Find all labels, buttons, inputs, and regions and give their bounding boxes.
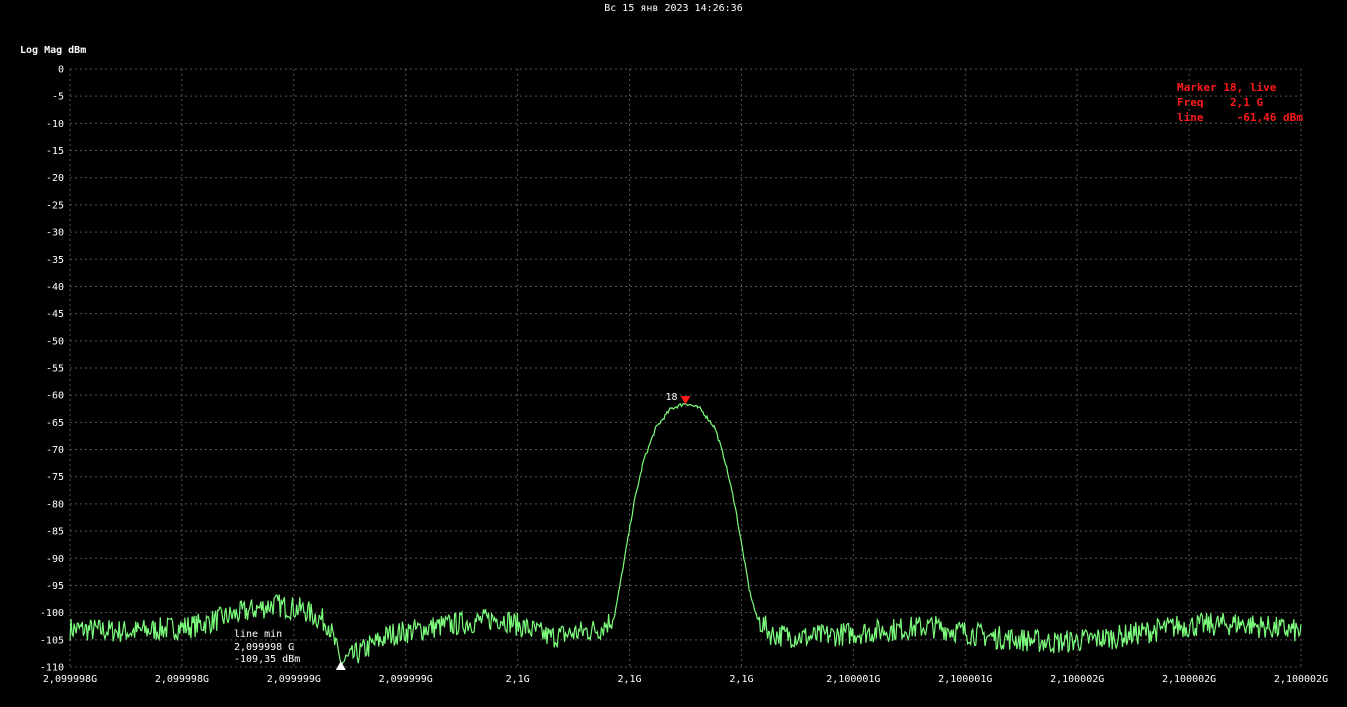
y-tick-label: -10 (46, 119, 64, 130)
x-tick-label: 2,100002G (1050, 674, 1104, 685)
x-tick-label: 2,100002G (1162, 674, 1216, 685)
spectrum-chart[interactable]: 0 -5 -10 -15 -20 -25 -30 -35 -40 -45 -50 -55 -60 -65 -… (0, 0, 1347, 707)
y-tick-label: -5 (52, 92, 64, 103)
marker-info-freq: Freq 2,1 G (1177, 96, 1264, 109)
y-tick-label: -15 (46, 146, 64, 157)
y-tick-label: -85 (46, 527, 64, 538)
y-tick-label: -50 (46, 336, 64, 347)
x-tick-label: 2,1G (506, 674, 530, 685)
x-tick-label: 2,099999G (379, 674, 433, 685)
x-tick-label: 2,099998G (43, 674, 97, 685)
min-marker-triangle (335, 661, 346, 670)
y-tick-label: -60 (46, 391, 64, 402)
x-tick-label: 2,100002G (1274, 674, 1328, 685)
min-marker-box: line min 2,099998 G -109,35 dBm (234, 629, 300, 667)
y-tick-label: -70 (46, 445, 64, 456)
min-level: -109,35 dBm (234, 654, 301, 665)
marker-18-triangle (680, 396, 691, 405)
marker-18-label: 18 (665, 392, 677, 403)
y-tick-label: -95 (46, 581, 64, 592)
y-tick-label: -30 (46, 228, 64, 239)
x-tick-label: 2,1G (729, 674, 753, 685)
marker-info-box: Marker 18, live Freq 2,1 G line -61,46 d… (1177, 80, 1303, 125)
x-tick-label: 2,100001G (826, 674, 880, 685)
y-tick-label: -80 (46, 499, 64, 510)
y-tick-label: 0 (58, 65, 64, 76)
y-tick-label: -75 (46, 472, 64, 483)
y-tick-label: -90 (46, 554, 64, 565)
x-tick-label: 2,099999G (267, 674, 321, 685)
min-label: line min (234, 629, 283, 640)
x-tick-label: 2,100001G (938, 674, 992, 685)
y-tick-label: -35 (46, 255, 64, 266)
x-tick-label: 2,099998G (155, 674, 209, 685)
marker-info-title: Marker 18, live (1177, 81, 1277, 94)
marker-info-level: line -61,46 dBm (1177, 111, 1303, 124)
y-tick-label: -110 (40, 663, 64, 674)
y-tick-label: -45 (46, 309, 64, 320)
spectrum-trace (69, 402, 1302, 667)
y-tick-label: -40 (46, 282, 64, 293)
y-tick-label: -105 (40, 635, 64, 646)
y-tick-label: -25 (46, 200, 64, 211)
min-freq: 2,099998 G (234, 641, 295, 653)
y-tick-label: -55 (46, 364, 64, 375)
y-tick-label: -100 (40, 608, 64, 619)
x-tick-label: 2,1G (617, 674, 641, 685)
y-tick-label: -65 (46, 418, 64, 429)
y-tick-label: -20 (46, 173, 64, 184)
